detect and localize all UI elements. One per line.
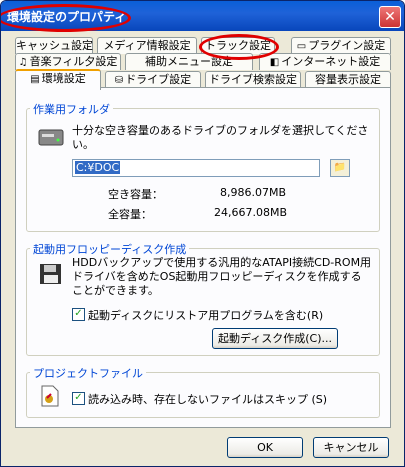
- project-file-legend: プロジェクトファイル: [30, 365, 146, 381]
- ok-button[interactable]: OK: [227, 437, 303, 458]
- track-tab-highlight-annotation: [199, 34, 279, 60]
- project-file-icon: [38, 384, 62, 408]
- cancel-button[interactable]: キャンセル: [313, 437, 389, 458]
- environment-icon: ▤: [30, 74, 40, 85]
- internet-icon: ◧: [269, 57, 280, 68]
- drive-icon: ⛁: [114, 75, 124, 86]
- tab-internet-settings[interactable]: ◧ インターネット設定: [259, 53, 391, 70]
- music-filter-icon: ♫: [18, 57, 28, 68]
- hard-drive-icon: [38, 126, 64, 150]
- work-folder-path-value: C:¥DOC: [75, 161, 121, 174]
- tab-environment-settings[interactable]: ▤ 環境設定: [15, 69, 101, 90]
- tab-panel-environment: 作業用フォルダ 十分な空き容量のあるドライブのフォルダを選択してください。 C:…: [15, 87, 391, 428]
- boot-floppy-legend: 起動用フロッピーディスク作成: [30, 241, 190, 257]
- title-bar[interactable]: 環境設定のプロパティ ✕: [1, 1, 404, 32]
- tab-cache-settings[interactable]: キャッシュ設定: [15, 37, 93, 54]
- folder-icon: 📁: [333, 162, 347, 173]
- tab-drive-search-settings[interactable]: ドライブ検索設定: [205, 71, 301, 88]
- skip-missing-files-checkbox[interactable]: ✓: [72, 392, 85, 405]
- tab-music-filter-settings[interactable]: ♫ 音楽フィル夕設定: [15, 53, 121, 70]
- tab-media-info-settings[interactable]: メディア情報設定: [97, 37, 197, 54]
- plugin-icon: ▭: [296, 41, 307, 52]
- tab-plugin-settings[interactable]: ▭ プラグイン設定: [291, 37, 391, 54]
- tab-capacity-display-settings[interactable]: 容量表示設定: [305, 71, 391, 88]
- free-space-value: 8,986.07MB: [220, 186, 287, 199]
- total-space-value: 24,667.08MB: [214, 206, 288, 219]
- work-folder-path-input[interactable]: C:¥DOC: [72, 159, 320, 177]
- browse-folder-button[interactable]: 📁: [330, 159, 350, 177]
- work-folder-description: 十分な空き容量のあるドライブのフォルダを選択してください。: [72, 124, 369, 151]
- floppy-disk-icon: [38, 262, 64, 286]
- close-button[interactable]: ✕: [379, 6, 401, 28]
- include-restore-label: 起動ディスクにリストア用プログラムを含む(R): [88, 309, 324, 322]
- free-space-label: 空き容量：: [108, 188, 163, 201]
- tab-drive-settings[interactable]: ⛁ ドライブ設定: [105, 71, 201, 88]
- properties-window: 環境設定のプロパティ ✕ キャッシュ設定 メディア情報設定 トラック設定 ▭ プラ…: [0, 0, 405, 467]
- include-restore-checkbox[interactable]: ✓: [72, 308, 85, 321]
- create-boot-disk-button[interactable]: 起動ディスク作成(C)...: [212, 328, 338, 349]
- boot-floppy-description: HDDバックアップで使用する汎用的なATAPI接続CD-ROM用ドライバを含めた…: [72, 256, 372, 297]
- title-highlight-annotation: [1, 4, 131, 32]
- skip-missing-files-label: 読み込み時、存在しないファイルはスキップ (S): [88, 393, 328, 406]
- total-space-label: 全容量：: [108, 208, 152, 221]
- work-folder-legend: 作業用フォルダ: [30, 101, 113, 117]
